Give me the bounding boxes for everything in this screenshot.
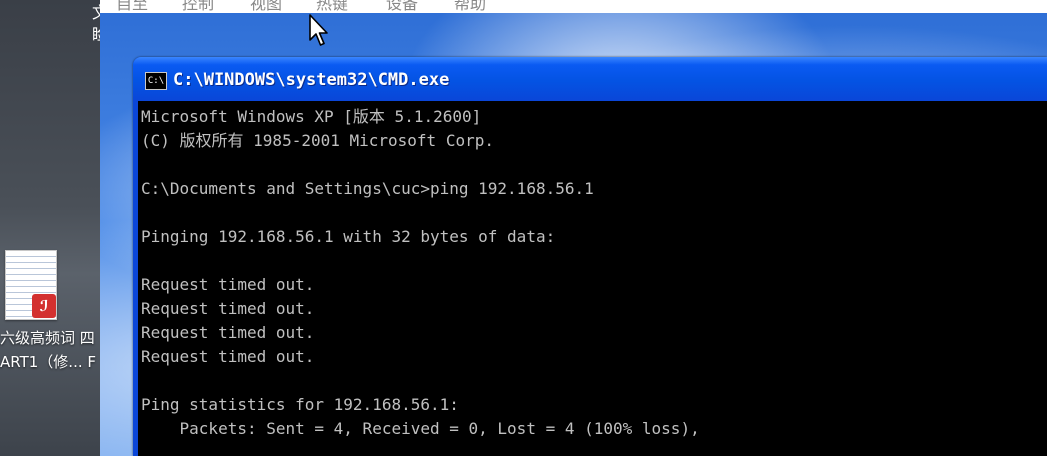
console-line: Request timed out. xyxy=(141,347,315,366)
vm-menu-help[interactable]: 帮助 xyxy=(454,0,486,13)
window-title: C:\WINDOWS\system32\CMD.exe xyxy=(173,70,450,90)
console-line: Request timed out. xyxy=(141,275,315,294)
console-line: Packets: Sent = 4, Received = 0, Lost = … xyxy=(141,419,700,438)
cmd-titlebar[interactable]: C:\ C:\WINDOWS\system32\CMD.exe xyxy=(133,57,1047,101)
desktop-icon-label: 六级高频词 四 ART1（修... F xyxy=(0,329,96,371)
console-line: Pinging 192.168.56.1 with 32 bytes of da… xyxy=(141,227,556,246)
vm-menu-control[interactable]: 控制 xyxy=(182,0,214,13)
console-line: Ping statistics for 192.168.56.1: xyxy=(141,395,459,414)
vm-menu-view[interactable]: 视图 xyxy=(250,0,282,13)
desktop-icon-pdf-document[interactable]: ℐ 六级高频词 四 ART1（修... F xyxy=(0,248,100,378)
cmd-icon[interactable]: C:\ xyxy=(145,72,167,90)
mouse-cursor-icon xyxy=(309,14,328,46)
console-output[interactable]: Microsoft Windows XP [版本 5.1.2600] (C) 版… xyxy=(138,101,1047,456)
vm-menubar: 自至 控制 视图 热键 设备 帮助 xyxy=(100,0,1047,13)
cmd-window[interactable]: C:\ C:\WINDOWS\system32\CMD.exe Microsof… xyxy=(133,57,1047,456)
host-desktop: 文 睑 ℐ 六级高频词 四 ART1（修... F xyxy=(0,0,100,456)
vm-menu-devices[interactable]: 设备 xyxy=(386,0,418,13)
console-line: Request timed out. xyxy=(141,299,315,318)
vm-menu-hotkeys[interactable]: 热键 xyxy=(316,0,348,13)
pdf-icon: ℐ xyxy=(32,294,56,318)
console-line: Request timed out. xyxy=(141,323,315,342)
console-line: Microsoft Windows XP [版本 5.1.2600] xyxy=(141,107,482,126)
console-line: C:\Documents and Settings\cuc>ping 192.1… xyxy=(141,179,594,198)
host-window-fragment-text: 文 睑 xyxy=(92,2,100,46)
vm-menu-machine[interactable]: 自至 xyxy=(116,0,148,13)
console-line: (C) 版权所有 1985-2001 Microsoft Corp. xyxy=(141,131,494,150)
